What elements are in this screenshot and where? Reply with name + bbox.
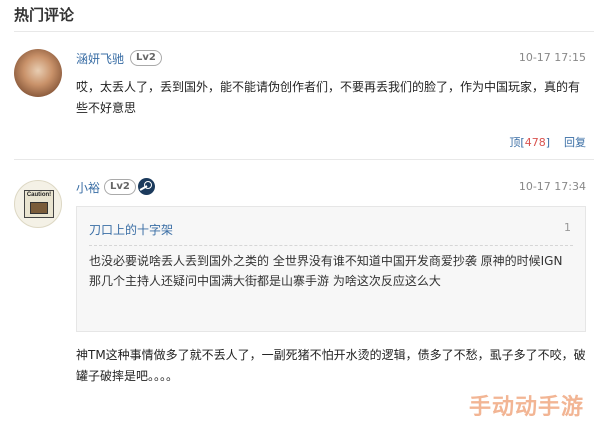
level-badge: Lv2 — [104, 179, 136, 195]
comment-timestamp: 10-17 17:15 — [518, 51, 586, 64]
caution-sign-icon: Caution! — [24, 190, 54, 218]
comment-divider — [14, 159, 594, 160]
quoted-comment: 刀口上的十字架 1 也没必要说啥丢人丢到国外之类的 全世界没有谁不知道中国开发商… — [76, 206, 586, 332]
comment-actions: 顶[478] 回复 — [509, 134, 586, 150]
level-badge: Lv2 — [130, 50, 162, 66]
upvote-button[interactable]: 顶[478] — [509, 136, 550, 149]
avatar[interactable]: Caution! — [14, 180, 62, 228]
quote-text: 也没必要说啥丢人丢到国外之类的 全世界没有谁不知道中国开发商爱抄袭 原神的时候I… — [89, 254, 563, 288]
username[interactable]: 小裕 — [76, 179, 100, 196]
section-title: 热门评论 — [14, 6, 75, 24]
comment-timestamp: 10-17 17:34 — [518, 180, 586, 193]
avatar[interactable] — [14, 49, 62, 97]
quote-divider — [89, 245, 573, 246]
reply-button[interactable]: 回复 — [564, 136, 586, 149]
quote-floor-number: 1 — [564, 221, 571, 234]
upvote-count: 478 — [524, 136, 546, 149]
comment-text: 神TM这种事情做多了就不丢人了，一副死猪不怕开水烫的逻辑，债多了不愁，虱子多了不… — [76, 348, 586, 383]
section-divider — [14, 31, 594, 32]
steam-icon[interactable] — [138, 178, 155, 195]
username[interactable]: 涵妍飞驰 — [76, 50, 124, 67]
watermark-logo: 手动动手游 — [468, 395, 584, 420]
comment-text: 哎，太丢人了，丢到国外，能不能请伪创作者们，不要再丢我们的脸了，作为中国玩家，真… — [76, 80, 581, 115]
quote-author[interactable]: 刀口上的十字架 — [89, 221, 173, 238]
